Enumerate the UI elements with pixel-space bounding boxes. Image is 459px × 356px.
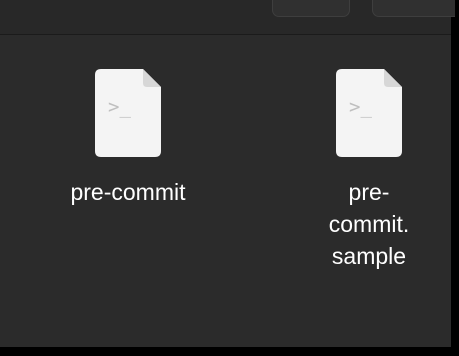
tab-bar	[0, 0, 455, 35]
tab-edge-right[interactable]	[372, 0, 455, 17]
svg-text:>_: >_	[349, 96, 372, 118]
tab-edge-left[interactable]	[272, 0, 350, 17]
file-item-pre-commit-sample[interactable]: >_ pre- commit. sample	[294, 53, 444, 272]
svg-text:>_: >_	[108, 96, 131, 118]
file-grid: >_ pre-commit >_ pre- commit. sample	[0, 35, 451, 347]
script-file-icon: >_	[91, 53, 165, 163]
file-name-label: pre-commit	[70, 179, 186, 205]
file-manager-window: >_ pre-commit >_ pre- commit. sample	[0, 0, 455, 347]
file-item-pre-commit[interactable]: >_ pre-commit	[53, 53, 203, 208]
script-file-icon: >_	[332, 53, 406, 163]
file-name-label: pre- commit. sample	[328, 179, 410, 269]
